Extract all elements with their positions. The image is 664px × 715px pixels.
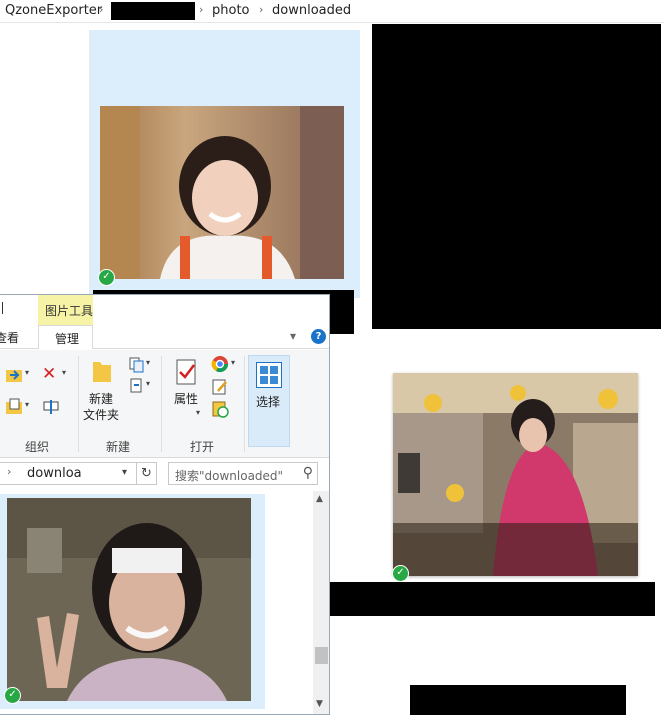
redacted-file-name (311, 582, 655, 616)
search-input[interactable]: 搜索"downloaded" ⚲ (168, 462, 318, 485)
select-button[interactable]: 选择 (248, 355, 290, 447)
tab-view[interactable]: 查看 (0, 329, 19, 346)
group-label-open: 打开 (190, 440, 215, 454)
group-label-new: 新建 (106, 440, 131, 454)
breadcrumb-qzoneexporter[interactable]: QzoneExporter (5, 3, 102, 18)
history-icon[interactable] (211, 400, 229, 418)
chevron-right-icon: › (7, 465, 12, 478)
help-icon[interactable]: ? (311, 329, 326, 344)
search-icon: ⚲ (302, 465, 313, 481)
rename-icon[interactable] (42, 398, 60, 416)
properties-icon[interactable] (175, 358, 199, 386)
select-label: 选择 (256, 395, 281, 409)
scroll-thumb[interactable] (315, 647, 328, 664)
chevron-right-icon: › (259, 3, 264, 16)
group-divider (161, 356, 162, 452)
desktop: QzoneExporter › › photo › downloaded ✓ ✓… (0, 0, 664, 715)
address-text: downloa (27, 466, 82, 481)
group-divider (244, 356, 245, 452)
breadcrumb-photo[interactable]: photo (212, 3, 250, 18)
search-placeholder: 搜索"downloaded" (175, 469, 284, 483)
edit-icon[interactable] (211, 378, 229, 396)
group-divider (78, 356, 79, 452)
scroll-up-icon[interactable]: ▲ (316, 494, 323, 504)
caret-down-icon[interactable]: ▾ (146, 358, 150, 367)
ribbon-panel: ▾ ✕ ▾ ▾ 组织 新建 文件夹 ▾ ▾ 新建 属性 ▾ ▾ 打开 选择 (0, 350, 329, 458)
caret-down-icon[interactable]: ▾ (196, 408, 200, 417)
redacted-breadcrumb-segment (111, 2, 195, 20)
sync-check-icon: ✓ (392, 565, 409, 582)
file-list-area: ✓ (0, 491, 329, 714)
chevron-right-icon: › (199, 3, 204, 16)
photo-thumbnail-peace-sign[interactable] (7, 498, 251, 701)
copy-to-icon[interactable] (4, 398, 26, 416)
caret-down-icon[interactable]: ▾ (146, 379, 150, 388)
address-dropdown-icon[interactable]: ▾ (122, 467, 127, 478)
minimize-ribbon-icon[interactable]: ▾ (290, 329, 296, 343)
breadcrumb-downloaded[interactable]: downloaded (272, 3, 351, 18)
sync-check-icon: ✓ (98, 269, 115, 286)
photo-thumbnail-scene[interactable] (393, 373, 638, 576)
address-row: › downloa ▾ ↻ 搜索"downloaded" ⚲ (0, 462, 329, 488)
sync-check-icon: ✓ (4, 687, 21, 704)
tab-picture-tools[interactable]: 图片工具 (38, 295, 93, 325)
new-folder-label-2[interactable]: 文件夹 (83, 406, 119, 423)
chevron-right-icon: › (99, 3, 104, 16)
select-grid-icon (256, 362, 282, 388)
address-bar[interactable]: › downloa ▾ (0, 462, 137, 485)
caret-down-icon[interactable]: ▾ (62, 368, 66, 377)
vertical-scrollbar[interactable]: ▲ ▼ (313, 491, 329, 714)
photo-thumbnail-portrait[interactable] (100, 106, 344, 279)
properties-label[interactable]: 属性 (174, 390, 198, 407)
caret-down-icon[interactable]: ▾ (231, 358, 235, 367)
refresh-icon[interactable]: ↻ (137, 462, 157, 485)
chrome-icon[interactable] (211, 355, 229, 373)
new-folder-label-1[interactable]: 新建 (89, 390, 113, 407)
group-label-organize: 组织 (25, 440, 50, 454)
tab-partial-glyph[interactable] (0, 302, 3, 317)
new-folder-icon[interactable] (91, 358, 113, 384)
scroll-down-icon[interactable]: ▼ (316, 699, 323, 709)
caret-down-icon[interactable]: ▾ (25, 368, 29, 377)
caret-down-icon[interactable]: ▾ (25, 400, 29, 409)
move-to-icon[interactable] (4, 366, 26, 384)
tab-manage[interactable]: 管理 (38, 325, 93, 349)
explorer-window-front: 查看 图片工具 管理 ▾ ? ▾ ✕ ▾ ▾ 组织 (0, 294, 330, 715)
redacted-file-tile (372, 24, 661, 329)
ribbon-tab-bar: 查看 图片工具 管理 ▾ ? (0, 295, 329, 349)
breadcrumb: QzoneExporter › › photo › downloaded (0, 0, 664, 23)
redacted-file-name (410, 685, 626, 715)
delete-icon[interactable]: ✕ (42, 364, 56, 384)
